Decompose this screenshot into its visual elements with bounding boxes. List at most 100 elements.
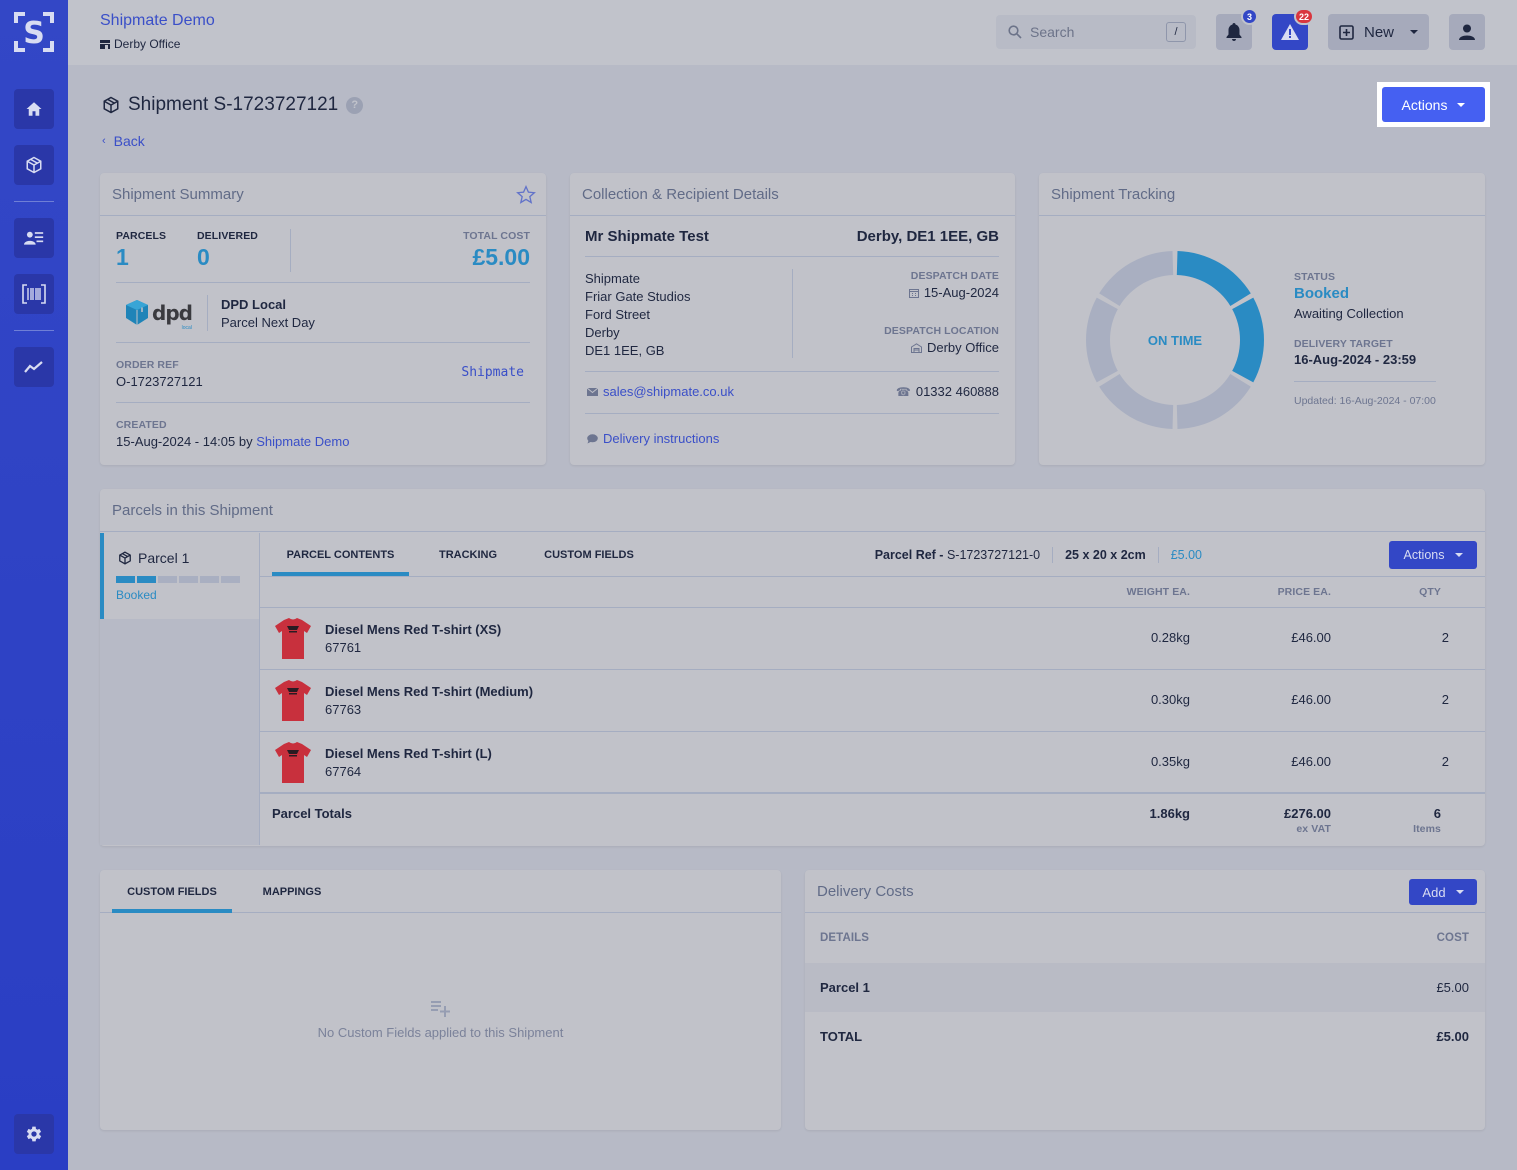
parcel-actions-button[interactable]: Actions xyxy=(1389,541,1477,569)
recipient-phone: ☎ 01332 460888 xyxy=(896,384,999,399)
parcel-cost: £5.00 xyxy=(1170,548,1202,562)
totals-label: Parcel Totals xyxy=(272,806,352,821)
address-line: Friar Gate Studios xyxy=(585,289,691,304)
help-icon[interactable]: ? xyxy=(346,96,364,114)
item-qty: 2 xyxy=(1441,630,1449,645)
chevron-down-icon xyxy=(1455,890,1464,894)
home-icon xyxy=(26,102,42,116)
chevron-left-icon: ‹ xyxy=(102,135,106,147)
user-menu-button[interactable] xyxy=(1449,14,1485,50)
tab-parcel-contents[interactable]: PARCEL CONTENTS xyxy=(272,533,409,576)
package-icon xyxy=(119,551,131,565)
status-value: Booked xyxy=(1294,285,1350,302)
add-cost-button[interactable]: Add xyxy=(1409,879,1477,905)
sidebar-divider xyxy=(14,330,54,331)
divider xyxy=(207,295,208,331)
parcels-stat: PARCELS 1 xyxy=(116,230,166,271)
sidebar-item-settings[interactable] xyxy=(14,1114,54,1154)
item-weight: 0.30kg xyxy=(1150,692,1190,707)
tab-tracking[interactable]: TRACKING xyxy=(425,533,511,576)
divider xyxy=(1294,381,1436,382)
carrier-logo-sub: local xyxy=(181,325,192,331)
recipient-email[interactable]: sales@shipmate.co.uk xyxy=(587,384,734,399)
totals-qty: 6 xyxy=(1433,806,1441,821)
product-thumbnail xyxy=(275,618,311,659)
divider xyxy=(585,413,999,414)
progress-step-complete xyxy=(116,576,135,583)
chevron-down-icon xyxy=(1457,102,1466,107)
total-cost-stat: TOTAL COST £5.00 xyxy=(463,230,530,271)
despatch-location-label: DESPATCH LOCATION xyxy=(884,325,999,337)
back-link[interactable]: ‹ Back xyxy=(102,133,145,149)
item-name: Diesel Mens Red T-shirt (L) xyxy=(325,746,492,761)
progress-step-pending xyxy=(158,576,177,583)
cost-detail: Parcel 1 xyxy=(820,980,870,995)
totals-weight: 1.86kg xyxy=(1149,806,1190,821)
divider xyxy=(116,282,530,283)
sidebar-item-home[interactable] xyxy=(14,89,54,129)
parcel-dimensions: 25 x 20 x 2cm xyxy=(1065,548,1146,562)
custom-fields-tabs: CUSTOM FIELDS MAPPINGS xyxy=(100,870,781,913)
divider xyxy=(1052,547,1054,563)
recipient-address: Shipmate Friar Gate Studios Ford Street … xyxy=(585,270,691,360)
empty-state-text: No Custom Fields applied to this Shipmen… xyxy=(317,1025,564,1040)
despatch-location-value: Derby Office xyxy=(926,340,999,355)
recipient-name: Mr Shipmate Test xyxy=(585,228,709,245)
trend-chart-icon xyxy=(24,361,43,373)
card-header: Shipment Tracking xyxy=(1039,173,1485,216)
address-line: Ford Street xyxy=(585,307,651,322)
totals-price: £276.00 xyxy=(1284,806,1331,821)
divider xyxy=(116,402,530,403)
despatch-date: DESPATCH DATE 15-Aug-2024 xyxy=(908,270,999,300)
tab-custom-fields[interactable]: CUSTOM FIELDS xyxy=(530,533,648,576)
alerts-button[interactable]: 22 xyxy=(1272,8,1314,50)
organisation-name[interactable]: Shipmate Demo xyxy=(100,12,215,30)
empty-state: No Custom Fields applied to this Shipmen… xyxy=(100,1000,781,1040)
email-link[interactable]: sales@shipmate.co.uk xyxy=(603,384,734,399)
location-selector[interactable]: Derby Office xyxy=(100,37,180,51)
shipmate-logo[interactable]: S xyxy=(14,12,54,52)
phone-value: 01332 460888 xyxy=(915,384,999,399)
divider xyxy=(290,229,291,272)
on-time-label: ON TIME xyxy=(1147,333,1203,348)
mail-icon xyxy=(587,387,598,396)
parcel-progress-bar xyxy=(116,576,240,583)
created-by-link[interactable]: Shipmate Demo xyxy=(256,434,349,449)
sidebar-item-shipments[interactable] xyxy=(14,145,54,185)
updated-timestamp: Updated: 16-Aug-2024 - 07:00 xyxy=(1294,395,1436,407)
item-name: Diesel Mens Red T-shirt (XS) xyxy=(325,622,502,637)
sidebar-item-scan[interactable] xyxy=(14,274,54,314)
tab-mappings[interactable]: MAPPINGS xyxy=(248,870,336,913)
order-ref-label: ORDER REF xyxy=(116,359,179,371)
carrier-name: DPD Local xyxy=(221,297,287,312)
parcels-value: 1 xyxy=(116,244,129,270)
parcel-label: Parcel 1 xyxy=(138,550,190,566)
table-row[interactable]: Diesel Mens Red T-shirt (Medium) 67763 0… xyxy=(260,670,1485,732)
star-icon[interactable] xyxy=(516,185,536,205)
card-title: Parcels in this Shipment xyxy=(112,501,273,519)
delivery-target-value: 16-Aug-2024 - 23:59 xyxy=(1294,352,1417,367)
tracking-status: STATUS Booked Awaiting Collection DELIVE… xyxy=(1294,271,1436,407)
table-row[interactable]: Diesel Mens Red T-shirt (L) 67764 0.35kg… xyxy=(260,732,1485,794)
custom-fields-card: CUSTOM FIELDS MAPPINGS No Custom Fields … xyxy=(100,870,781,1130)
table-row[interactable]: Diesel Mens Red T-shirt (XS) 67761 0.28k… xyxy=(260,608,1485,670)
delivery-instructions-link[interactable]: Delivery instructions xyxy=(587,431,719,446)
parcel-list-item[interactable]: Parcel 1 Booked xyxy=(100,533,259,619)
product-thumbnail xyxy=(275,742,311,783)
created-value: 15-Aug-2024 - 14:05 by xyxy=(116,434,253,449)
card-header: Parcels in this Shipment xyxy=(100,489,1485,532)
item-qty: 2 xyxy=(1441,692,1449,707)
new-button[interactable]: New xyxy=(1328,14,1429,50)
card-title: Shipment Tracking xyxy=(1051,185,1176,203)
notifications-button[interactable]: 3 xyxy=(1216,8,1258,50)
tab-custom-fields[interactable]: CUSTOM FIELDS xyxy=(112,870,232,913)
sidebar-item-contacts[interactable] xyxy=(14,218,54,258)
topbar: Shipmate Demo Derby Office Search / 3 22… xyxy=(68,0,1517,65)
column-header-qty: QTY xyxy=(1419,586,1441,598)
carrier-service: DPD Local Parcel Next Day xyxy=(221,297,315,330)
calendar-icon xyxy=(908,288,919,298)
sidebar-item-analytics[interactable] xyxy=(14,347,54,387)
search-input[interactable]: Search / xyxy=(996,15,1196,49)
warehouse-icon xyxy=(910,342,922,353)
actions-button[interactable]: Actions xyxy=(1382,87,1485,122)
